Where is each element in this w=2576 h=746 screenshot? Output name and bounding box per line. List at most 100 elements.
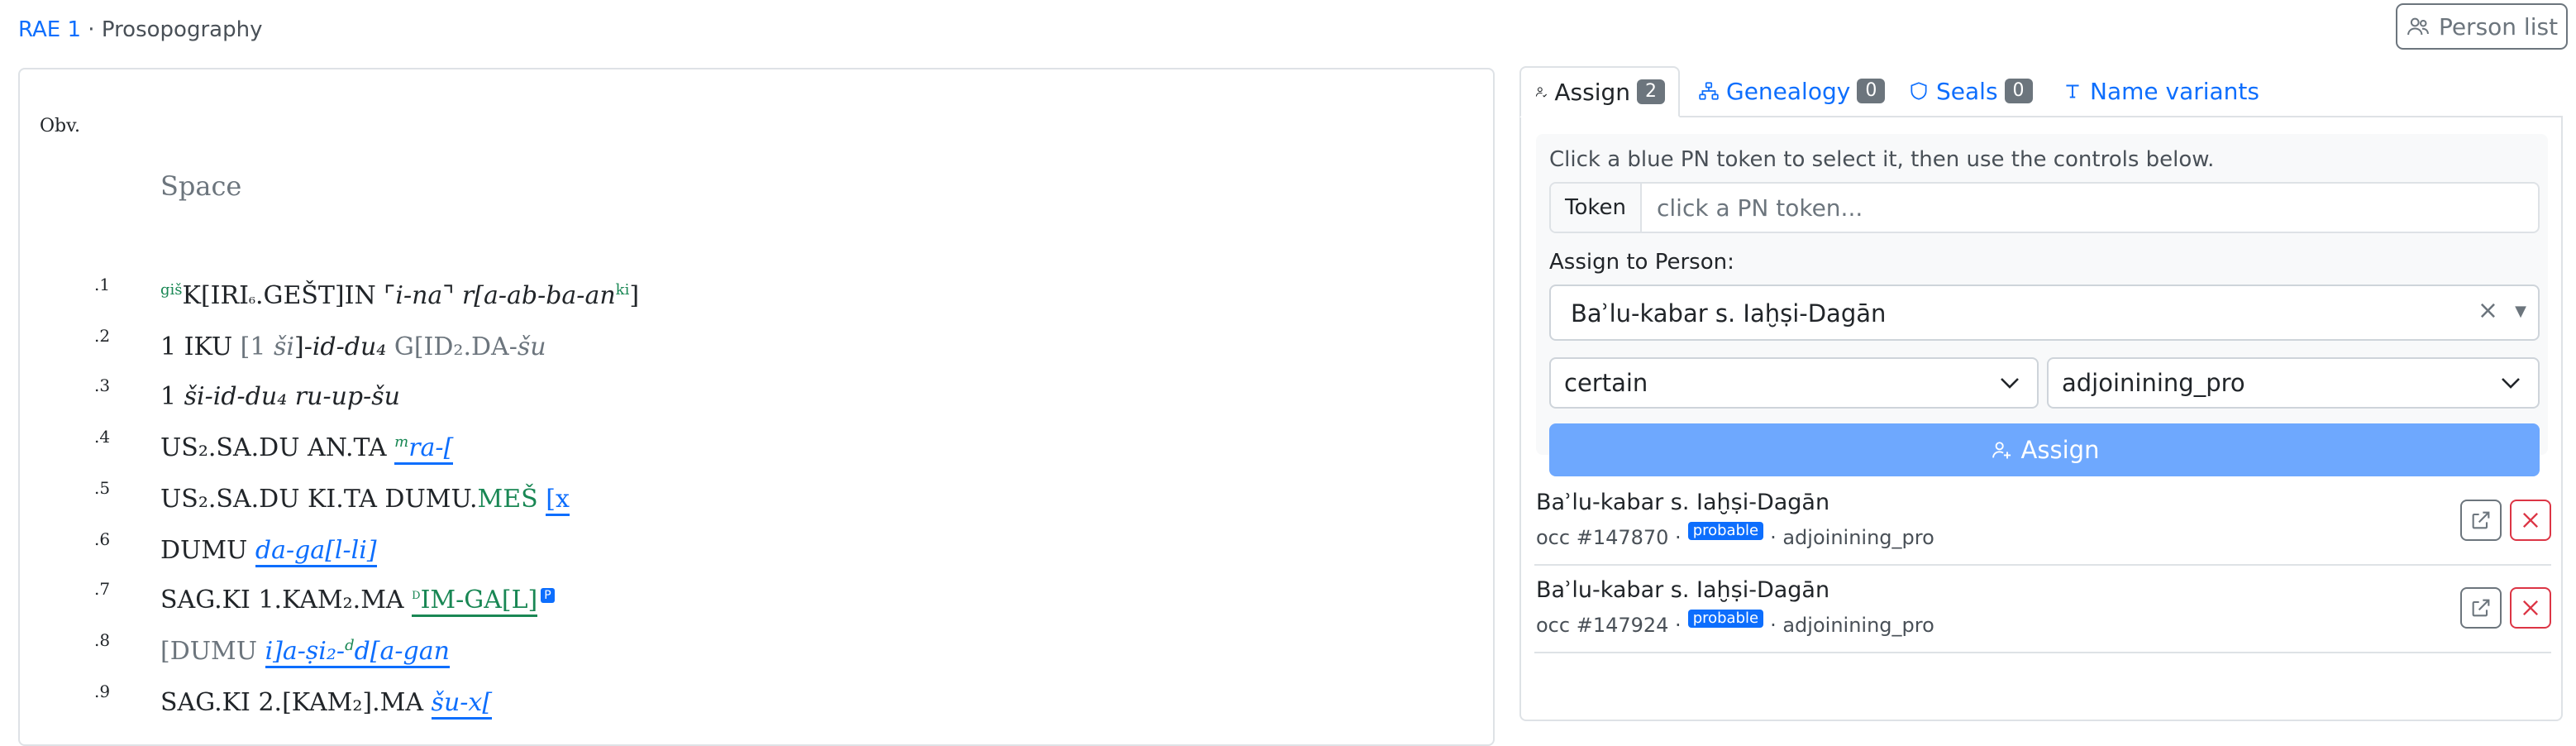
chevron-down-icon bbox=[2001, 378, 2019, 389]
text-line: .7 SAG.KI 1.KAM₂.MA dIM-GA[L] P bbox=[20, 579, 1425, 620]
occurrence-id: occ #147870 · bbox=[1536, 526, 1682, 549]
close-icon bbox=[2523, 513, 2538, 528]
pn-token[interactable]: mra-[ bbox=[394, 433, 454, 465]
text-line: .4 US₂.SA.DU AN.TA mra-[ bbox=[20, 427, 1425, 468]
tab-count-badge: 0 bbox=[2004, 79, 2033, 103]
breadcrumb-current: Prosopography bbox=[101, 17, 263, 42]
tab-seals[interactable]: Seals 0 bbox=[1895, 66, 2046, 116]
line-number: .9 bbox=[94, 681, 111, 701]
damaged-sign: G[ID₂.DA- bbox=[386, 332, 518, 361]
determinative: MEŠ bbox=[477, 485, 538, 514]
line-number: .8 bbox=[94, 630, 111, 650]
tab-label: Genealogy bbox=[1726, 77, 1851, 105]
pn-token[interactable]: i]a-ṣi₂-dd[a-gan bbox=[265, 637, 450, 668]
pn-token-assigned[interactable]: dIM-GA[L] bbox=[412, 586, 538, 617]
certainty-select-value: certain bbox=[1564, 369, 1648, 397]
pn-token-text: ra-[ bbox=[408, 433, 454, 462]
people-icon bbox=[2407, 17, 2429, 36]
tab-label: Assign bbox=[1554, 78, 1630, 106]
sign: K[IRI bbox=[182, 281, 249, 310]
pn-token[interactable]: šu-x[ bbox=[431, 688, 493, 720]
sign: DUMU bbox=[160, 536, 255, 565]
token-input[interactable] bbox=[1642, 184, 2538, 232]
external-link-icon bbox=[2472, 511, 2490, 529]
tab-name-variants[interactable]: Name variants bbox=[2049, 66, 2273, 116]
open-occurrence-button[interactable] bbox=[2460, 500, 2502, 541]
text-line: .6 DUMU da-ga[l-li] bbox=[20, 529, 1425, 571]
tab-genealogy[interactable]: Genealogy 0 bbox=[1685, 66, 1898, 116]
breadcrumb: RAE 1 · Prosopography bbox=[18, 15, 262, 45]
line-number: .1 bbox=[94, 275, 111, 294]
sign: SAG.KI 1.KAM₂.MA bbox=[160, 586, 413, 614]
certainty-badge: probable bbox=[1687, 522, 1764, 540]
line-content: SAG.KI 1.KAM₂.MA dIM-GA[L] P bbox=[160, 586, 555, 617]
bracket: ] bbox=[629, 281, 640, 310]
person-select[interactable]: Baʾlu-kabar s. Iaḫṣi-Dagān × ▼ bbox=[1549, 285, 2540, 341]
person-select-value: Baʾlu-kabar s. Iaḫṣi-Dagān bbox=[1571, 299, 1887, 328]
text-line: .9 SAG.KI 2.[KAM₂].MA šu-x[ bbox=[20, 681, 1425, 723]
tab-count-badge: 2 bbox=[1637, 79, 1665, 104]
type-icon bbox=[2066, 84, 2079, 98]
open-occurrence-button[interactable] bbox=[2460, 587, 2502, 629]
chevron-down-icon bbox=[2502, 378, 2520, 389]
number: 1 bbox=[160, 382, 184, 411]
line-content: 1 ši-id-du₄ ru-up-šu bbox=[160, 382, 400, 411]
tab-assign[interactable]: Assign 2 bbox=[1519, 66, 1680, 117]
assign-button[interactable]: Assign bbox=[1549, 423, 2540, 476]
tab-count-badge: 0 bbox=[1857, 79, 1886, 103]
breadcrumb-link-rae[interactable]: RAE 1 bbox=[18, 17, 81, 42]
line-content: DUMU da-ga[l-li] bbox=[160, 536, 377, 567]
transliteration-panel: Obv. Space .1 gišK[IRI₆.GEŠT]IN ⌜i-na⌝ r… bbox=[18, 68, 1495, 746]
line-content: gišK[IRI₆.GEŠT]IN ⌜i-na⌝ r[a-ab-ba-anki] bbox=[160, 281, 639, 310]
external-link-icon bbox=[2472, 599, 2490, 617]
line-number: .4 bbox=[94, 427, 111, 447]
damaged-sign: ši bbox=[273, 332, 294, 361]
assign-to-person-label: Assign to Person: bbox=[1549, 250, 1734, 275]
damaged-sign: [DUMU bbox=[160, 637, 265, 666]
pn-token-text: d[a-gan bbox=[354, 637, 450, 666]
caret-down-icon[interactable]: ▼ bbox=[2515, 303, 2526, 320]
occurrence-meta: occ #147924 · probable · adjoinining_pro bbox=[1536, 610, 1934, 637]
pn-token[interactable]: [x bbox=[546, 485, 570, 516]
delete-occurrence-button[interactable] bbox=[2510, 500, 2551, 541]
sign-index: ₆ bbox=[248, 288, 255, 308]
close-icon bbox=[2523, 600, 2538, 615]
line-number: .5 bbox=[94, 478, 111, 498]
bracket: ]- bbox=[293, 332, 312, 361]
pn-token[interactable]: da-ga[l-li] bbox=[255, 536, 377, 567]
text-line: .5 US₂.SA.DU KI.TA DUMU.MEŠ [x bbox=[20, 478, 1425, 519]
line-number: .3 bbox=[94, 375, 111, 395]
line-content: US₂.SA.DU KI.TA DUMU.MEŠ [x bbox=[160, 485, 570, 516]
certainty-badge: probable bbox=[1687, 610, 1764, 628]
determinative: m bbox=[394, 433, 409, 451]
line-content: SAG.KI 2.[KAM₂].MA šu-x[ bbox=[160, 688, 493, 720]
delete-occurrence-button[interactable] bbox=[2510, 587, 2551, 629]
certainty-select[interactable]: certain bbox=[1549, 357, 2039, 409]
tab-label: Seals bbox=[1936, 77, 1998, 105]
person-list-button[interactable]: Person list bbox=[2396, 3, 2568, 50]
role-select-value: adjoinining_pro bbox=[2062, 369, 2245, 397]
occurrence-person-name: Baʾlu-kabar s. Iaḫṣi-Dagān bbox=[1536, 490, 1830, 515]
text-line: .1 gišK[IRI₆.GEŠT]IN ⌜i-na⌝ r[a-ab-ba-an… bbox=[20, 275, 1425, 316]
assign-hint: Click a blue PN token to select it, then… bbox=[1549, 147, 2215, 172]
occurrence-row: Baʾlu-kabar s. Iaḫṣi-Dagān occ #147870 ·… bbox=[1534, 478, 2551, 566]
syllabic-word: id-du₄ bbox=[312, 332, 387, 361]
determinative: d bbox=[412, 586, 421, 603]
occurrence-id: occ #147924 · bbox=[1536, 614, 1682, 637]
line-number: .6 bbox=[94, 529, 111, 549]
half-bracket: ⌝ bbox=[442, 281, 462, 310]
prosopography-sidebar: Assign 2 Genealogy 0 Seals 0 Name varian… bbox=[1519, 66, 2563, 724]
breadcrumb-separator: · bbox=[81, 17, 102, 42]
sign: SAG.KI 2.[KAM₂].MA bbox=[160, 688, 432, 717]
clear-icon[interactable]: × bbox=[2478, 296, 2498, 325]
damaged-sign: [1 bbox=[232, 332, 274, 361]
obverse-label: Obv. bbox=[40, 116, 80, 136]
pn-token-text: i]a-ṣi₂- bbox=[265, 637, 346, 666]
occurrence-person-name: Baʾlu-kabar s. Iaḫṣi-Dagān bbox=[1536, 577, 1830, 603]
role-select[interactable]: adjoinining_pro bbox=[2047, 357, 2540, 409]
sign: US₂.SA.DU AN.TA bbox=[160, 433, 395, 462]
syllabic-word: ru-up-šu bbox=[294, 382, 400, 411]
tab-bar: Assign 2 Genealogy 0 Seals 0 Name varian… bbox=[1519, 66, 2563, 117]
